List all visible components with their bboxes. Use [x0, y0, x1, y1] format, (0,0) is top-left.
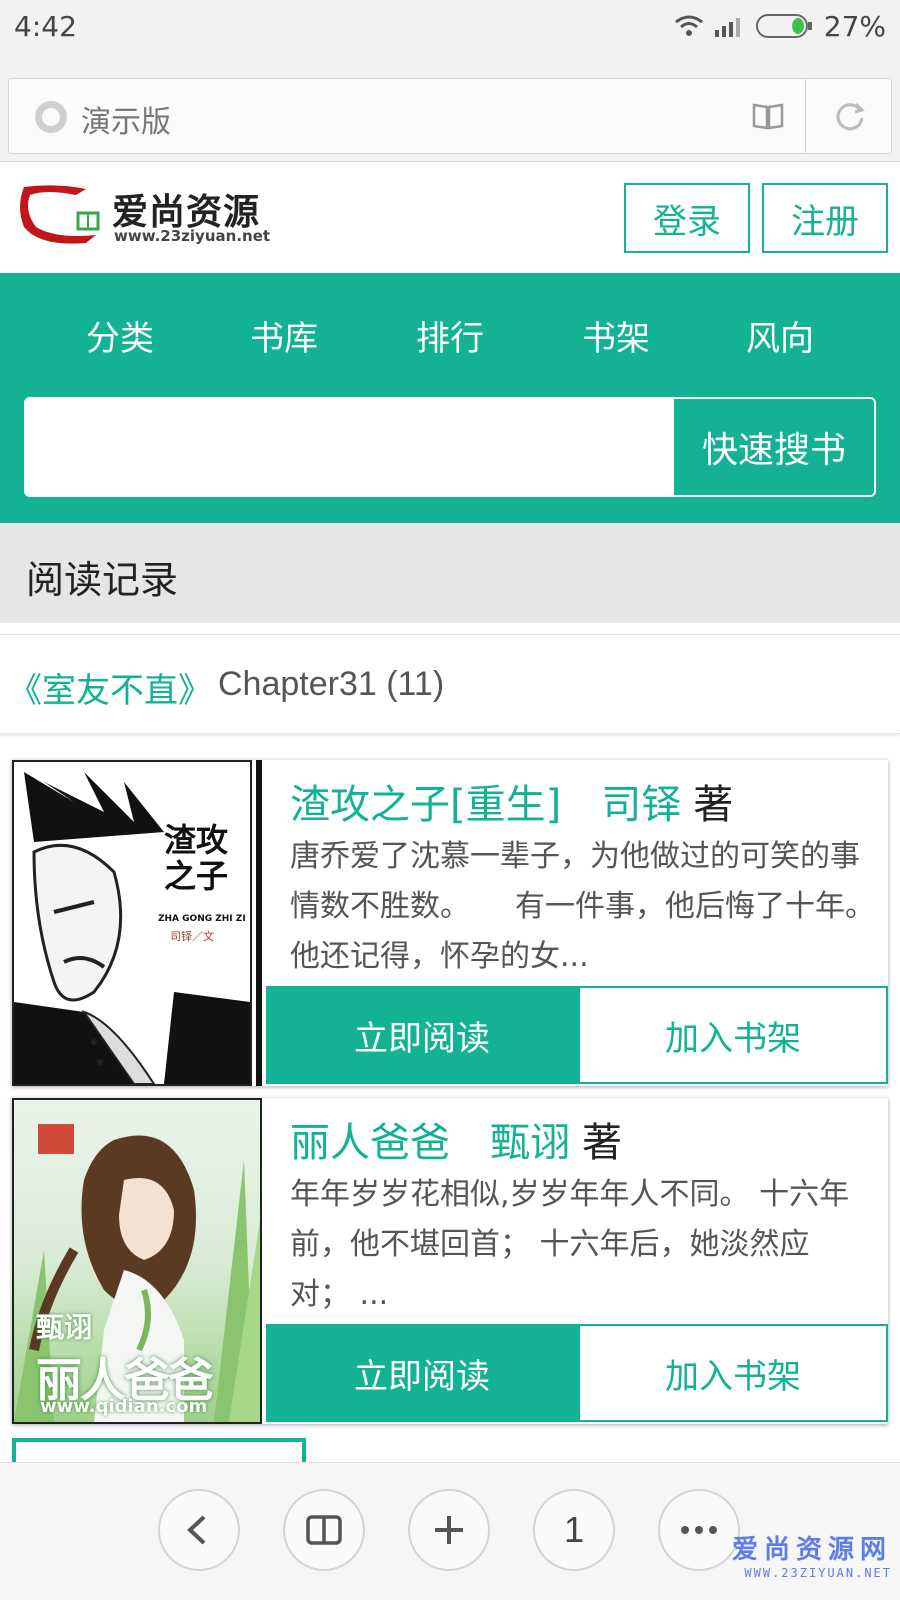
book-author[interactable]: 甄诩: [490, 1120, 570, 1166]
book-description: 唐乔爱了沈慕一辈子，为他做过的可笑的事情数不胜数。 有一件事，他后悔了十年。 他…: [290, 839, 860, 974]
nav-item-ranking[interactable]: 排行: [416, 311, 484, 360]
record-book-link[interactable]: 《室友不直》: [8, 663, 212, 712]
address-text[interactable]: 演示版: [81, 97, 171, 141]
reading-record-title: 阅读记录: [26, 558, 179, 602]
book-title[interactable]: 丽人爸爸: [290, 1120, 450, 1166]
add-to-shelf-button[interactable]: 加入书架: [578, 986, 888, 1084]
read-now-button[interactable]: 立即阅读: [266, 1324, 578, 1422]
book-title[interactable]: 渣攻之子[重生]: [290, 782, 561, 828]
reading-record-header: 阅读记录: [0, 523, 900, 623]
browser-bar: 演示版: [0, 52, 900, 162]
bookmarks-button[interactable]: [283, 1489, 365, 1571]
reading-record-item[interactable]: 《室友不直》 Chapter31 (11): [0, 634, 900, 734]
cover-url: www.qidian.com: [40, 1396, 208, 1417]
cover-title: 渣攻之子: [164, 821, 229, 895]
status-time: 4:42: [14, 10, 77, 43]
book-author[interactable]: 司铎: [601, 782, 681, 828]
add-to-shelf-button[interactable]: 加入书架: [578, 1324, 888, 1422]
register-button[interactable]: 注册: [762, 183, 888, 253]
cover-author: 司铎／文: [170, 930, 214, 943]
site-header: 爱尚资源 www.23ziyuan.net 登录 注册: [0, 163, 900, 273]
author-suffix: 著: [693, 782, 734, 828]
battery-percent: 27%: [823, 9, 886, 43]
battery-icon: [755, 14, 812, 38]
cover-pinyin: ZHA GONG ZHI ZI: [158, 914, 246, 924]
book-cover[interactable]: 甄诩 丽人爸爸 www.qidian.com: [12, 1098, 262, 1424]
add-icon: [435, 1516, 463, 1544]
login-button[interactable]: 登录: [624, 183, 750, 253]
watermark: 爱尚资源网 WWW.23ZIYUAN.NET: [732, 1529, 892, 1580]
tabs-button[interactable]: 1: [533, 1489, 615, 1571]
tab-count: 1: [563, 1509, 585, 1550]
search-input[interactable]: [26, 399, 674, 495]
cover-edge: [256, 760, 262, 1086]
back-icon: [187, 1515, 206, 1545]
browser-toolbar: 1 爱尚资源网 WWW.23ZIYUAN.NET: [0, 1462, 900, 1600]
new-tab-button[interactable]: [408, 1489, 490, 1571]
next-card-edge: [12, 1438, 306, 1462]
wifi-icon: [674, 15, 703, 36]
site-logo[interactable]: 爱尚资源 www.23ziyuan.net: [16, 177, 270, 257]
search-form: 快速搜书: [24, 397, 876, 497]
author-suffix: 著: [582, 1120, 622, 1166]
nav-item-category[interactable]: 分类: [86, 311, 154, 360]
nav-item-trend[interactable]: 风向: [746, 311, 814, 360]
cover-author: 甄诩: [36, 1311, 93, 1344]
back-button[interactable]: [158, 1489, 240, 1571]
nav-item-bookshelf[interactable]: 书架: [582, 311, 650, 360]
quick-search-button[interactable]: 快速搜书: [674, 399, 874, 495]
watermark-name: 爱尚资源网: [731, 1535, 892, 1565]
more-icon: [681, 1526, 717, 1534]
reload-icon[interactable]: [833, 99, 867, 133]
signal-icon: [714, 18, 740, 37]
address-bar[interactable]: 演示版: [8, 78, 892, 154]
bookmarks-icon: [306, 1515, 342, 1545]
watermark-url: WWW.23ZIYUAN.NET: [744, 1566, 892, 1580]
logo-swoosh-icon: [20, 185, 100, 244]
book-description: 年年岁岁花相似,岁岁年年人不同。 十六年前，他不堪回首； 十六年后，她淡然应对；…: [290, 1177, 850, 1312]
reader-mode-icon[interactable]: [751, 101, 785, 131]
record-chapter-link[interactable]: Chapter31 (11): [218, 665, 444, 704]
read-now-button[interactable]: 立即阅读: [266, 986, 578, 1084]
book-cover[interactable]: 渣攻之子 ZHA GONG ZHI ZI 司铎／文: [12, 760, 252, 1086]
book-title-line: 渣攻之子[重生] 司铎著: [290, 772, 733, 830]
book-title-line: 丽人爸爸 甄诩著: [290, 1110, 622, 1168]
logo-url: www.23ziyuan.net: [114, 227, 271, 245]
book-card: 渣攻之子 ZHA GONG ZHI ZI 司铎／文 渣攻之子[重生] 司铎著 唐乔…: [12, 760, 888, 1086]
more-button[interactable]: [658, 1489, 740, 1571]
book-card: 甄诩 丽人爸爸 www.qidian.com 丽人爸爸 甄诩著 年年岁岁花相似,岁…: [12, 1098, 888, 1424]
nav-item-library[interactable]: 书库: [250, 311, 318, 360]
address-divider: [805, 79, 806, 153]
status-bar: 4:42 27%: [0, 0, 900, 52]
status-icons: 27%: [674, 8, 886, 44]
site-icon: [35, 101, 67, 133]
main-nav: 分类 书库 排行 书架 风向 快速搜书: [0, 273, 900, 523]
